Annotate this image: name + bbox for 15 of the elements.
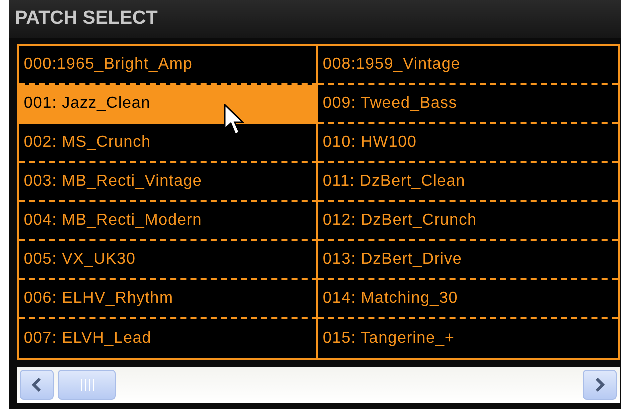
cursor-icon <box>224 104 244 136</box>
patch-item[interactable]: 005: VX_UK30 <box>19 241 318 280</box>
patch-item[interactable]: 002: MS_Crunch <box>19 124 318 163</box>
scroll-left-button[interactable] <box>20 370 54 400</box>
patch-item[interactable]: 006: ELHV_Rhythm <box>19 280 318 319</box>
panel-title: PATCH SELECT <box>15 8 158 30</box>
chevron-right-icon <box>594 377 606 393</box>
chevron-left-icon <box>31 377 43 393</box>
patch-item[interactable]: 003: MB_Recti_Vintage <box>19 163 318 202</box>
grip-icon <box>80 379 94 391</box>
scroll-right-button[interactable] <box>583 370 617 400</box>
patch-item[interactable]: 004: MB_Recti_Modern <box>19 202 318 241</box>
scrollbar-thumb[interactable] <box>58 370 116 400</box>
patch-item[interactable]: 000:1965_Bright_Amp <box>19 46 318 85</box>
horizontal-scrollbar[interactable] <box>17 367 620 403</box>
